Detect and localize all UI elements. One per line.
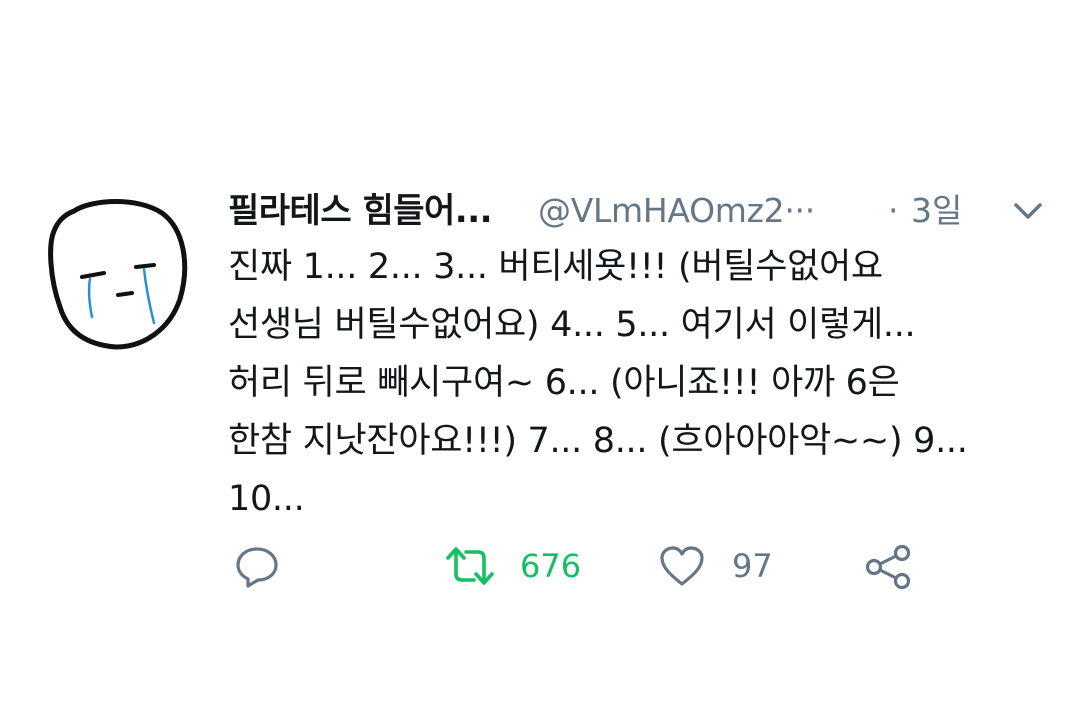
reply-icon: [236, 547, 278, 588]
tweet-text-line: 허리 뒤로 빼시구여~ 6... (아니죠!!! 아까 6은: [228, 363, 900, 403]
like-button[interactable]: 97: [658, 538, 798, 594]
share-icon: [865, 544, 911, 590]
like-count: 97: [732, 547, 773, 585]
retweet-button[interactable]: 676: [442, 538, 602, 594]
timestamp[interactable]: 3일: [911, 186, 962, 236]
display-name[interactable]: 필라테스 힘들어...: [228, 186, 493, 236]
avatar[interactable]: [46, 195, 194, 357]
chevron-down-icon[interactable]: [1010, 196, 1046, 226]
tweet-actions: 676 97: [228, 538, 948, 594]
crying-face-drawing: [48, 199, 188, 350]
tweet-text-line: 한참 지낫잔아요!!!) 7... 8... (흐아아아악~~) 9...: [228, 421, 968, 461]
separator-dot: ·: [888, 191, 899, 230]
tweet-card: 필라테스 힘들어... @VLmHAOmz2··· · 3일 진짜 1... 2…: [0, 0, 1080, 723]
tweet-text: 진짜 1... 2... 3... 버티세욧!!! (버틸수없어요 선생님 버틸…: [228, 238, 1028, 528]
user-handle[interactable]: @VLmHAOmz2···: [538, 186, 815, 236]
reply-button[interactable]: [234, 538, 294, 594]
tweet-text-line: 선생님 버틸수없어요) 4... 5... 여기서 이렇게...: [228, 305, 916, 345]
retweet-count: 676: [520, 547, 582, 585]
tweet-header: 필라테스 힘들어... @VLmHAOmz2··· · 3일: [228, 186, 1058, 236]
retweet-icon: [446, 547, 494, 585]
tweet-text-line: 10...: [228, 479, 305, 519]
tweet-text-line: 진짜 1... 2... 3... 버티세욧!!! (버틸수없어요: [228, 247, 883, 287]
share-button[interactable]: [864, 538, 924, 594]
heart-icon: [660, 546, 704, 586]
